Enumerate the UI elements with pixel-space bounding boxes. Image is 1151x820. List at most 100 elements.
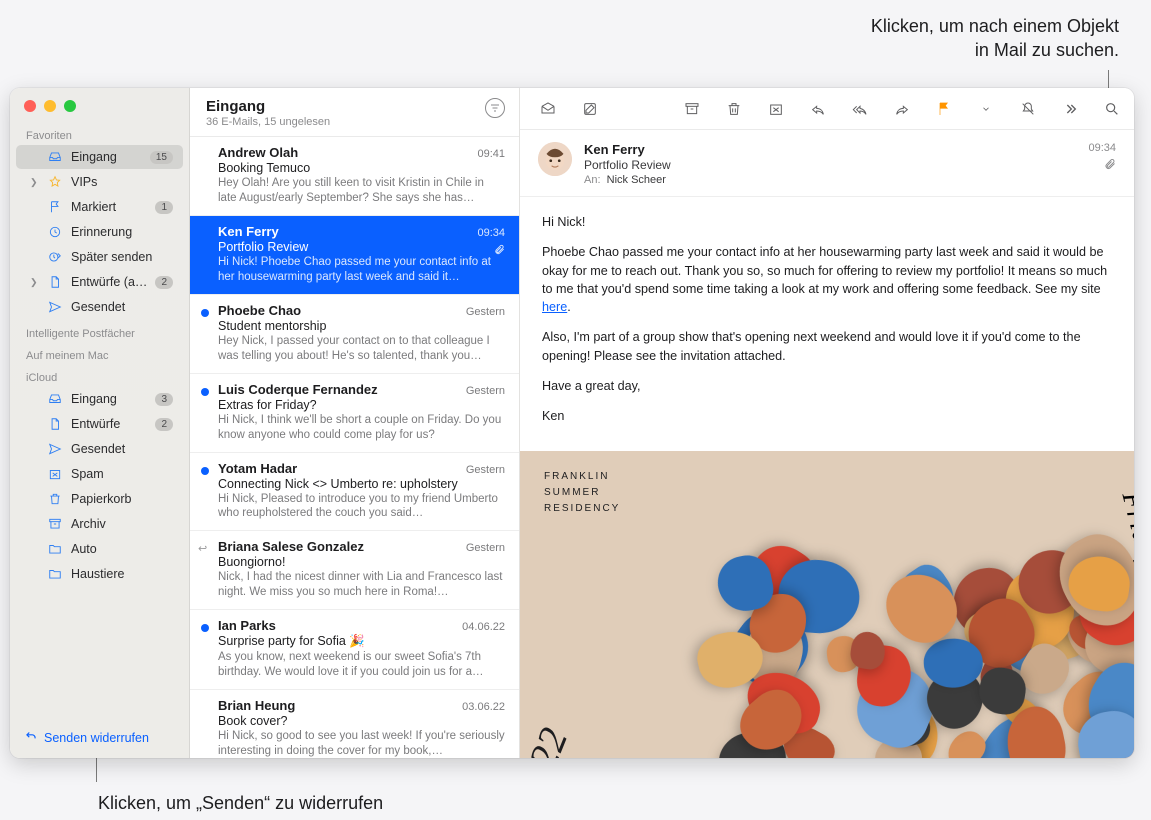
chevron-icon: ❯ <box>30 177 39 188</box>
row-subject: Extras for Friday? <box>218 398 505 412</box>
sidebar-section-icloud: iCloud <box>10 364 189 386</box>
filter-button[interactable] <box>485 98 505 118</box>
read-icon[interactable] <box>538 99 558 119</box>
sidebar-item-label: Auto <box>71 542 173 556</box>
flag-icon <box>47 199 63 215</box>
inbox-icon <box>47 149 63 165</box>
sidebar-item-auto[interactable]: Auto <box>16 537 183 561</box>
close-window[interactable] <box>24 100 36 112</box>
flag-icon[interactable] <box>934 99 954 119</box>
message-row[interactable]: Ken Ferry09:34Portfolio ReviewHi Nick! P… <box>190 216 519 295</box>
more-icon[interactable] <box>1060 99 1080 119</box>
sidebar-item-label: Archiv <box>71 517 173 531</box>
sidebar-item-label: Erinnerung <box>71 225 173 239</box>
junk-icon[interactable] <box>766 99 786 119</box>
sidebar-item-markiert[interactable]: Markiert1 <box>16 195 183 219</box>
row-preview: Hi Nick, Pleased to introduce you to my … <box>218 492 505 522</box>
row-time: 09:41 <box>477 148 505 160</box>
message-row[interactable]: Phoebe ChaoGesternStudent mentorshipHey … <box>190 295 519 374</box>
unread-dot-icon <box>201 467 209 475</box>
trash-icon <box>47 491 63 507</box>
minimize-window[interactable] <box>44 100 56 112</box>
sidebar-item-haustiere[interactable]: Haustiere <box>16 562 183 586</box>
message-row[interactable]: Luis Coderque FernandezGesternExtras for… <box>190 374 519 453</box>
row-subject: Book cover? <box>218 714 505 728</box>
sidebar-item-entw-rfe-alle-[interactable]: ❯Entwürfe (alle)2 <box>16 270 183 294</box>
message-subject: Portfolio Review <box>584 158 1076 172</box>
unread-dot-icon <box>201 388 209 396</box>
undo-icon <box>24 729 38 746</box>
portfolio-link[interactable]: here <box>542 300 567 314</box>
sidebar-item-spam[interactable]: Spam <box>16 462 183 486</box>
sidebar-item-eingang[interactable]: Eingang3 <box>16 387 183 411</box>
unread-dot-icon <box>201 624 209 632</box>
mute-icon[interactable] <box>1018 99 1038 119</box>
send-icon <box>47 299 63 315</box>
row-sender: Brian Heung <box>218 698 462 713</box>
toolbar <box>520 88 1134 130</box>
message-row[interactable]: Andrew Olah09:41Booking TemucoHey Olah! … <box>190 137 519 216</box>
row-time: Gestern <box>466 385 505 397</box>
sidebar-item-label: Gesendet <box>71 442 173 456</box>
row-time: 09:34 <box>477 227 505 239</box>
message-body: Hi Nick! Phoebe Chao passed me your cont… <box>520 197 1134 451</box>
archive-icon <box>47 516 63 532</box>
message-list-header: Eingang 36 E-Mails, 15 ungelesen <box>190 88 519 137</box>
message-header: Ken Ferry Portfolio Review An: Nick Sche… <box>520 130 1134 197</box>
count-badge: 1 <box>155 201 173 214</box>
folder-icon <box>47 566 63 582</box>
sidebar-item-entw-rfe[interactable]: Entwürfe 2 <box>16 412 183 436</box>
message-row[interactable]: Ian Parks04.06.22Surprise party for Sofi… <box>190 610 519 690</box>
attachment-icon[interactable] <box>1088 158 1116 173</box>
art-caption: FRANKLIN SUMMER RESIDENCY <box>544 469 620 517</box>
reply-all-icon[interactable] <box>850 99 870 119</box>
sidebar-item-erinnerung[interactable]: Erinnerung <box>16 220 183 244</box>
row-preview: Nick, I had the nicest dinner with Lia a… <box>218 570 505 600</box>
message-row[interactable]: Yotam HadarGesternConnecting Nick <> Umb… <box>190 453 519 532</box>
row-subject: Student mentorship <box>218 319 505 333</box>
archive-icon[interactable] <box>682 99 702 119</box>
trash-icon[interactable] <box>724 99 744 119</box>
sender-avatar[interactable] <box>538 142 572 176</box>
sidebar-item-eingang[interactable]: Eingang15 <box>16 145 183 169</box>
row-time: Gestern <box>466 464 505 476</box>
forward-icon[interactable] <box>892 99 912 119</box>
count-badge: 15 <box>150 151 173 164</box>
sidebar-section-smart: Intelligente Postfächer <box>10 320 189 342</box>
sidebar-item-gesendet[interactable]: Gesendet <box>16 437 183 461</box>
flag-menu-chevron-icon[interactable] <box>976 99 996 119</box>
row-sender: Briana Salese Gonzalez <box>218 539 466 554</box>
sidebar-item-vips[interactable]: ❯VIPs <box>16 170 183 194</box>
sidebar-item-papierkorb[interactable]: Papierkorb <box>16 487 183 511</box>
count-badge: 2 <box>155 418 173 431</box>
row-sender: Ian Parks <box>218 618 462 633</box>
sidebar-item-label: Gesendet <box>71 300 173 314</box>
doc-icon <box>47 416 63 432</box>
zoom-window[interactable] <box>64 100 76 112</box>
count-badge: 3 <box>155 393 173 406</box>
row-sender: Ken Ferry <box>218 224 477 239</box>
mailbox-subtitle: 36 E-Mails, 15 ungelesen <box>206 116 477 128</box>
sidebar-item-gesendet[interactable]: Gesendet <box>16 295 183 319</box>
sidebar-item-label: Entwürfe <box>71 417 147 431</box>
message-row[interactable]: ↩Briana Salese GonzalezGesternBuongiorno… <box>190 531 519 610</box>
inbox-icon <box>47 391 63 407</box>
sidebar-item-sp-ter-senden[interactable]: Später senden <box>16 245 183 269</box>
sidebar-section-favorites: Favoriten <box>10 122 189 144</box>
mailbox-title: Eingang <box>206 98 477 115</box>
reply-icon[interactable] <box>808 99 828 119</box>
undo-send-button[interactable]: Senden widerrufen <box>10 719 189 758</box>
row-subject: Connecting Nick <> Umberto re: upholster… <box>218 477 505 491</box>
message-list-items[interactable]: Andrew Olah09:41Booking TemucoHey Olah! … <box>190 137 519 758</box>
message-row[interactable]: Brian Heung03.06.22Book cover?Hi Nick, s… <box>190 690 519 758</box>
search-icon[interactable] <box>1102 99 1122 119</box>
row-subject: Booking Temuco <box>218 161 505 175</box>
mail-window: Favoriten Eingang15❯VIPsMarkiert1Erinner… <box>10 88 1134 758</box>
row-subject: Surprise party for Sofia 🎉 <box>218 634 505 649</box>
attachment-preview[interactable]: FRANKLIN SUMMER RESIDENCY Ceramics & Pai… <box>520 451 1134 758</box>
compose-icon[interactable] <box>580 99 600 119</box>
message-time: 09:34 <box>1088 142 1116 154</box>
sidebar-item-archiv[interactable]: Archiv <box>16 512 183 536</box>
sidebar-item-label: Spam <box>71 467 173 481</box>
message-reader: Ken Ferry Portfolio Review An: Nick Sche… <box>520 88 1134 758</box>
